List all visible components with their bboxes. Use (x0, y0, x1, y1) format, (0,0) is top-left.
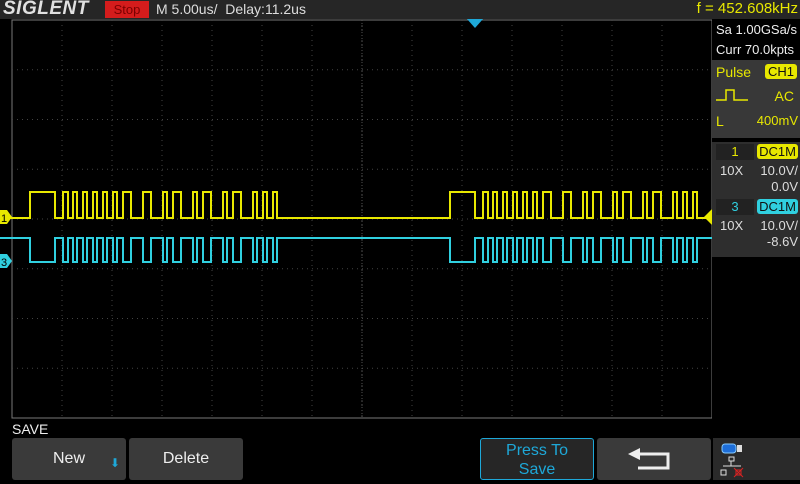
coupling: DC1M (757, 144, 798, 159)
trigger-type: Pulse (716, 64, 752, 80)
sample-rate: Sa 1.00GSa/s (716, 22, 797, 37)
scale: 10.0V/ (760, 218, 798, 233)
memory-depth: Curr 70.0kpts (716, 42, 795, 57)
press-to-save-button[interactable]: Press To Save (480, 438, 594, 480)
delay: Delay:11.2us (225, 1, 306, 17)
channel-1-trace (0, 191, 712, 219)
menu-title: SAVE (12, 421, 49, 437)
return-button[interactable] (597, 438, 711, 480)
trigger-panel[interactable]: Pulse CH1 AC L 400mV (712, 60, 800, 138)
status-icons (713, 438, 800, 480)
frequency-readout: f = 452.608kHz (696, 0, 798, 17)
channel-number: 1 (716, 144, 754, 160)
offset: 0.0V (771, 179, 798, 194)
timebase: M 5.00us/ (156, 1, 218, 17)
trigger-level-marker (704, 209, 712, 225)
trigger-level: 400mV (756, 113, 798, 128)
run-stop-status[interactable]: Stop (105, 1, 149, 18)
channel-3-trace (0, 237, 712, 263)
probe: 10X (720, 218, 744, 233)
usb-icon (721, 443, 742, 454)
channel-3-marker-label: 3 (1, 257, 7, 269)
channel-1-panel[interactable]: 1 B DC1M 10X 10.0V/ 0.0V (712, 142, 800, 202)
delete-label: Delete (162, 450, 210, 467)
trigger-position-marker[interactable] (467, 19, 483, 28)
press-to-save-line2: Save (518, 461, 556, 478)
pulse-icon (716, 89, 748, 101)
new-label: New (52, 450, 85, 467)
siglent-logo: SIGLENT (3, 0, 89, 19)
trigger-source: CH1 (764, 64, 797, 79)
return-arrow-icon (628, 448, 670, 470)
delete-button[interactable]: Delete (129, 438, 243, 480)
channel-3-panel[interactable]: 3 B DC1M 10X 10.0V/ -8.6V (712, 197, 800, 257)
coupling: DC1M (757, 199, 798, 214)
arrow-down-icon: ⬇ (109, 456, 120, 470)
waveform-display[interactable]: 13 (0, 19, 712, 419)
new-button[interactable]: New ⬇ (12, 438, 126, 480)
top-bar: SIGLENT Stop M 5.00us/ Delay:11.2us f = … (0, 0, 800, 19)
scale: 10.0V/ (760, 163, 798, 178)
channel-number: 3 (716, 199, 754, 215)
network-disconnected-icon (720, 456, 744, 478)
probe: 10X (720, 163, 744, 178)
channel-1-marker-label: 1 (1, 213, 7, 225)
timebase-readout[interactable]: M 5.00us/ Delay:11.2us (156, 1, 306, 17)
trigger-coupling: AC (774, 88, 794, 104)
press-to-save-line1: Press To (506, 442, 568, 459)
trigger-level-label: L (716, 113, 724, 129)
offset: -8.6V (766, 234, 798, 249)
